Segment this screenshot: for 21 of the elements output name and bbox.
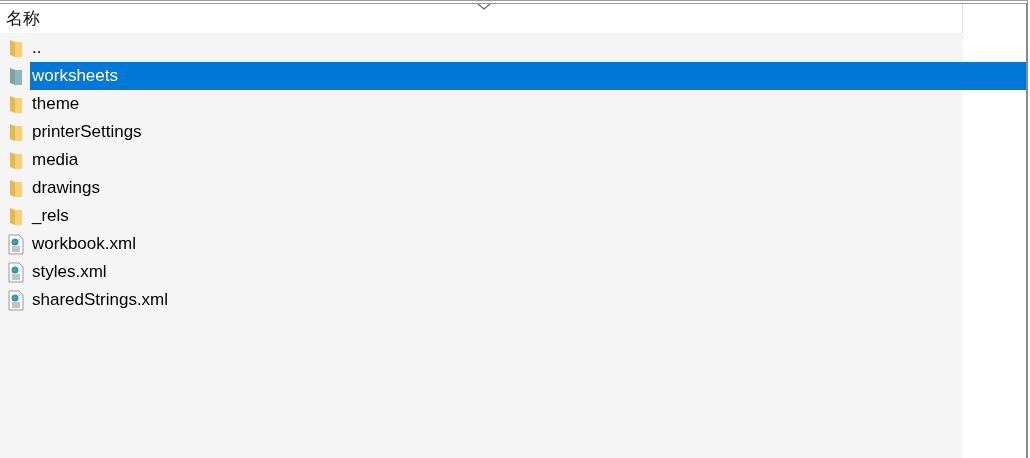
folder-icon bbox=[9, 178, 23, 198]
xml-file-icon bbox=[8, 233, 24, 255]
file-name[interactable]: styles.xml bbox=[30, 258, 1026, 286]
xml-file-icon bbox=[8, 261, 24, 283]
folder-icon bbox=[9, 94, 23, 114]
file-name[interactable]: theme bbox=[30, 90, 1026, 118]
xml-file-icon bbox=[8, 289, 24, 311]
folder-icon bbox=[9, 38, 23, 58]
folder-icon bbox=[9, 206, 23, 226]
file-name[interactable]: worksheets bbox=[30, 62, 1026, 90]
file-name[interactable]: sharedStrings.xml bbox=[30, 286, 1026, 314]
folder-icon bbox=[9, 150, 23, 170]
file-name[interactable]: _rels bbox=[30, 202, 1026, 230]
file-name[interactable]: printerSettings bbox=[30, 118, 1026, 146]
folder-icon bbox=[9, 122, 23, 142]
file-name[interactable]: media bbox=[30, 146, 1026, 174]
file-name[interactable]: drawings bbox=[30, 174, 1026, 202]
chevron-down-icon bbox=[477, 3, 491, 11]
file-name[interactable]: workbook.xml bbox=[30, 230, 1026, 258]
file-name[interactable]: .. bbox=[30, 34, 1026, 62]
folder-icon bbox=[9, 66, 23, 86]
